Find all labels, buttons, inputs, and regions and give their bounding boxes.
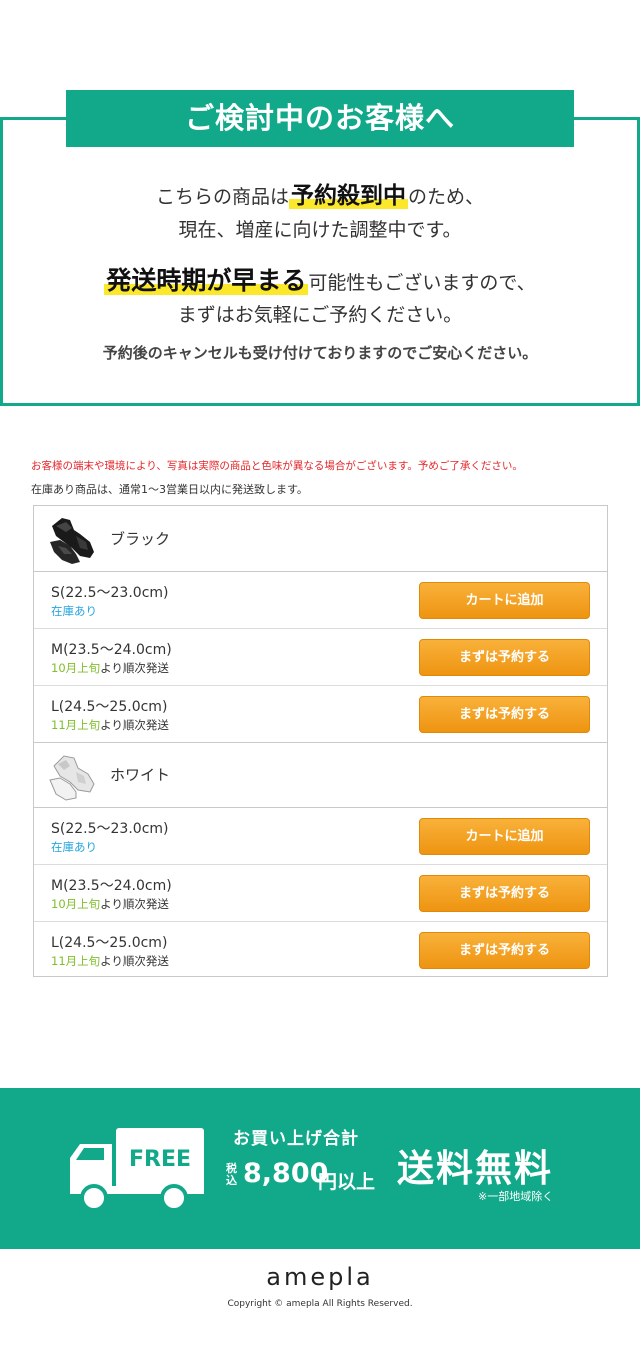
color-header-white: ホワイト <box>34 742 607 808</box>
size-row-white-m: M(23.5～24.0cm) 10月上旬より順次発送 まずは予約する <box>34 865 607 922</box>
notice-line-2: 現在、増産に向けた調整中です。 <box>178 219 462 241</box>
add-to-cart-button[interactable]: カートに追加 <box>419 818 590 855</box>
size-label: M(23.5～24.0cm) <box>51 878 172 894</box>
banner-amount-suffix: 円以上 <box>318 1171 376 1193</box>
reserve-button[interactable]: まずは予約する <box>419 639 590 676</box>
stock-status: 在庫あり <box>51 839 97 855</box>
shipping-note: 在庫あり商品は、通常1～3営業日以内に発送致します。 <box>31 483 308 496</box>
size-label: L(24.5～25.0cm) <box>51 699 168 715</box>
stock-highlight: 10月上旬 <box>51 897 101 911</box>
size-row-white-l: L(24.5～25.0cm) 11月上旬より順次発送 まずは予約する <box>34 922 607 979</box>
notice-highlight-reservations: 予約殺到中 <box>289 183 408 209</box>
stock-status: 11月上旬より順次発送 <box>51 953 169 969</box>
color-warning-note: お客様の端末や環境により、写真は実際の商品と色味が異なる場合がございます。予めご… <box>31 460 523 472</box>
size-row-black-m: M(23.5～24.0cm) 10月上旬より順次発送 まずは予約する <box>34 629 607 686</box>
size-row-black-s: S(22.5～23.0cm) 在庫あり カートに追加 <box>34 572 607 629</box>
notice-line-1-post: のため、 <box>408 186 485 208</box>
stock-status: 在庫あり <box>51 603 97 619</box>
stock-status: 10月上旬より順次発送 <box>51 660 169 676</box>
stock-highlight: 10月上旬 <box>51 661 101 675</box>
notice-highlight-shipping: 発送時期が早まる <box>104 266 309 295</box>
reserve-button[interactable]: まずは予約する <box>419 875 590 912</box>
banner-tax-label: 税込 <box>226 1162 237 1187</box>
size-label: S(22.5～23.0cm) <box>51 821 169 837</box>
size-row-white-s: S(22.5～23.0cm) 在庫あり カートに追加 <box>34 808 607 865</box>
free-shipping-banner: FREE お買い上げ合計 税込 8,800 円以上 送料無料 ※一部地域除く <box>0 1088 640 1249</box>
stock-highlight: 在庫あり <box>51 840 97 854</box>
amepla-logo[interactable]: amepla <box>0 1263 640 1291</box>
reserve-button[interactable]: まずは予約する <box>419 932 590 969</box>
stock-rest: より順次発送 <box>100 718 169 732</box>
stock-rest: より順次発送 <box>100 954 169 968</box>
color-name-black: ブラック <box>110 530 171 548</box>
size-label: M(23.5～24.0cm) <box>51 642 172 658</box>
notice-title: ご検討中のお客様へ <box>66 90 574 147</box>
banner-amount: 8,800 <box>243 1158 329 1189</box>
add-to-cart-button[interactable]: カートに追加 <box>419 582 590 619</box>
size-label: S(22.5～23.0cm) <box>51 585 169 601</box>
size-row-black-l: L(24.5～25.0cm) 11月上旬より順次発送 まずは予約する <box>34 686 607 743</box>
banner-region-note: ※一部地域除く <box>478 1190 554 1203</box>
stock-status: 10月上旬より順次発送 <box>51 896 169 912</box>
notice-line-4: まずはお気軽にご予約ください。 <box>177 304 463 326</box>
size-label: L(24.5～25.0cm) <box>51 935 168 951</box>
stock-rest: より順次発送 <box>100 661 169 675</box>
banner-free-shipping: 送料無料 <box>397 1147 553 1190</box>
notice-line-3: 発送時期が早まる 可能性もございますので、 <box>0 261 640 297</box>
reserve-button[interactable]: まずは予約する <box>419 696 590 733</box>
stock-highlight: 11月上旬 <box>51 718 101 732</box>
color-header-black: ブラック <box>34 506 607 572</box>
banner-purchase-total: お買い上げ合計 <box>233 1129 359 1149</box>
notice-line-1-pre: こちらの商品は <box>155 186 289 208</box>
stock-highlight: 在庫あり <box>51 604 97 618</box>
product-table: ブラック S(22.5～23.0cm) 在庫あり カートに追加 M(23.5～2… <box>33 505 608 977</box>
stock-status: 11月上旬より順次発送 <box>51 717 169 733</box>
notice-cancel-text: 予約後のキャンセルも受け付けておりますのでご安心ください。 <box>102 344 538 362</box>
copyright-text: Copyright © amepla All Rights Reserved. <box>227 1299 413 1309</box>
black-shoe-image <box>46 512 98 566</box>
stock-rest: より順次発送 <box>100 897 169 911</box>
notice-line-3-post: 可能性もございますので、 <box>308 272 536 294</box>
notice-line-1: こちらの商品は予約殺到中 のため、 <box>0 176 640 210</box>
stock-highlight: 11月上旬 <box>51 954 101 968</box>
truck-free-label: FREE <box>129 1147 191 1172</box>
color-name-white: ホワイト <box>110 766 171 784</box>
white-shoe-image <box>46 748 98 802</box>
truck-icon: FREE <box>70 1128 204 1210</box>
